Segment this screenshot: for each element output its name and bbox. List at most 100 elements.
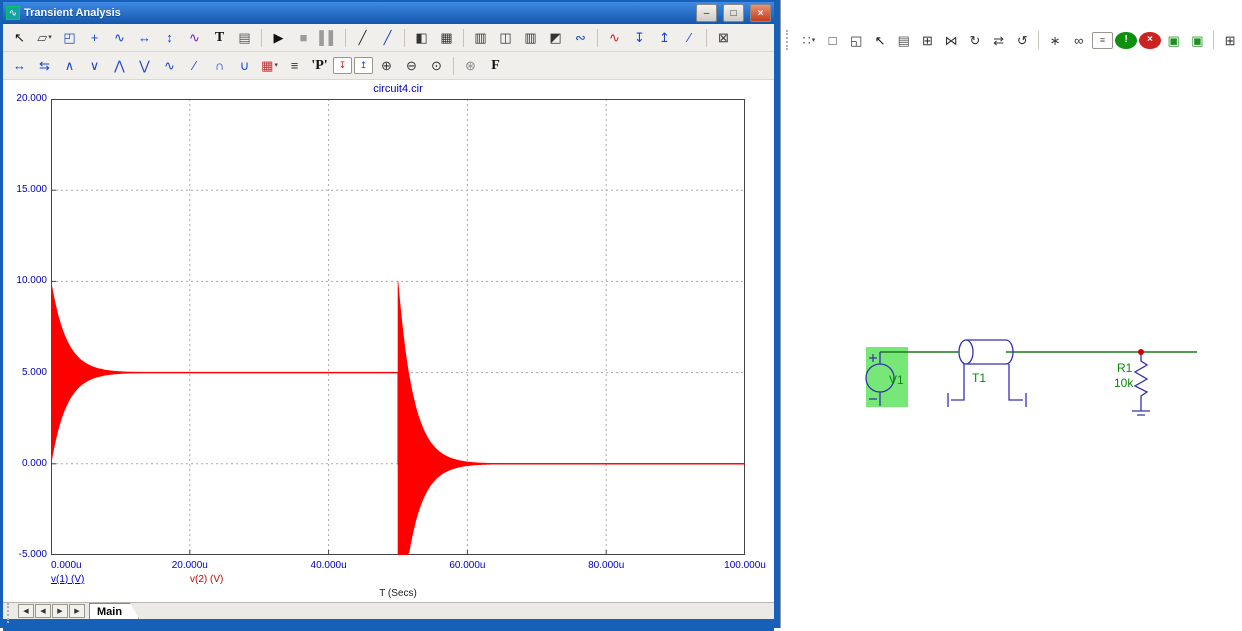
plot-scroll-right-button[interactable]: ▶	[52, 604, 68, 618]
flip-icon[interactable]: ⇄	[988, 29, 1010, 52]
toolbar-separator	[404, 28, 405, 47]
tab-main[interactable]: Main	[89, 603, 139, 619]
next-peak-icon[interactable]: ∧	[58, 54, 81, 77]
run-button[interactable]: ▶	[267, 26, 290, 49]
svg-text:T1: T1	[972, 371, 986, 385]
plot-title: circuit4.cir	[373, 83, 423, 95]
y-axis-label: 15.000	[16, 184, 47, 196]
palette-icon[interactable]: ▦ ▾	[258, 54, 281, 77]
svg-text:R1: R1	[1117, 361, 1133, 375]
probe-icon[interactable]: ∗	[1044, 29, 1066, 52]
pause-button[interactable]: ▌▌	[317, 26, 340, 49]
x-axis-label: 0.000u	[51, 560, 82, 571]
grid-panel-icon[interactable]: ▦	[435, 26, 458, 49]
toolbar-separator	[345, 28, 346, 47]
y-axis-label: 0.000	[21, 457, 47, 469]
p-key-icon[interactable]: 'P'	[308, 54, 331, 77]
stripe-panel-icon[interactable]: ▥	[469, 26, 492, 49]
cursor-mode-icon[interactable]: +	[83, 26, 106, 49]
tag-waveform-icon[interactable]: ∿	[603, 26, 626, 49]
waveform-cut-icon[interactable]: ∾	[569, 26, 592, 49]
close-button[interactable]: ×	[750, 4, 771, 22]
select-pointer-icon[interactable]: ↖	[8, 26, 31, 49]
mirror-icon[interactable]: ⋈	[940, 29, 962, 52]
analysis-toolbar-row2: ↔ ⇆ ∧ ∨ ⋀ ⋁ ∿ ∕ ∩ ∪ ▦ ▾ ≡ 'P' ↧ ↥ ⊕ ⊖ ⊙ ⊛ F	[3, 52, 774, 80]
global-high-icon[interactable]: ⋀	[108, 54, 131, 77]
next-valley-icon[interactable]: ∨	[83, 54, 106, 77]
numeric-output-icon[interactable]: ≡	[283, 54, 306, 77]
plot-scroll-left-button[interactable]: ◀	[35, 604, 51, 618]
x-axis-label: 80.000u	[588, 560, 625, 571]
properties-icon[interactable]: ▤	[893, 29, 915, 52]
maximize-button[interactable]: □	[723, 4, 744, 22]
clear-errors-icon[interactable]: ×	[1139, 31, 1161, 49]
transient-analysis-window: ∿ Transient Analysis – □ × ↖ ▱ ▾ ◰ + ∿ ↔ ↕ ∿ T ▤ ▶ ■…	[0, 0, 780, 631]
plot-canvas[interactable]	[51, 99, 745, 555]
tag-point-icon[interactable]: ↧	[333, 57, 352, 74]
copy-to-back-icon[interactable]: ▣	[1187, 29, 1209, 52]
zoom-window-icon[interactable]: ⊙	[425, 54, 448, 77]
legend-v1[interactable]: v(1) (V)	[51, 574, 84, 585]
copy-to-front-icon[interactable]: ▣	[1163, 29, 1185, 52]
horizontal-tag-icon[interactable]: ↔	[133, 26, 156, 49]
toolbar-grip	[7, 603, 13, 623]
new-window-icon[interactable]: ⊞	[1219, 29, 1241, 52]
toolbar-separator	[706, 28, 707, 47]
fourier-icon[interactable]: F	[484, 54, 507, 77]
toolbar-separator	[463, 28, 464, 47]
inflection-icon[interactable]: ∿	[158, 54, 181, 77]
zoom-in-icon[interactable]: ⊕	[375, 54, 398, 77]
cursor-left-icon[interactable]: ↔	[8, 54, 31, 77]
y-axis-label: -5.000	[18, 549, 47, 560]
measure-line-icon[interactable]: ╱	[376, 26, 399, 49]
stop-button[interactable]: ■	[292, 26, 315, 49]
vertical-tag-icon[interactable]: ↕	[158, 26, 181, 49]
graphics-menu-icon[interactable]: ▱ ▾	[33, 26, 56, 49]
scale-mode-icon[interactable]: ◰	[58, 26, 81, 49]
legend-v2[interactable]: v(2) (V)	[190, 574, 223, 585]
zoom-out-icon[interactable]: ⊖	[400, 54, 423, 77]
line-tool-icon[interactable]: ╱	[351, 26, 374, 49]
slope-cursor-icon[interactable]: ∕	[183, 54, 206, 77]
plot-region: circuit4.cir v(1) (V) v(2) (V) T (Secs) …	[3, 80, 774, 602]
app-icon: ∿	[6, 6, 20, 20]
rotate-cw-icon[interactable]: ↻	[964, 29, 986, 52]
find-binoculars-icon[interactable]: ∞	[1068, 29, 1090, 52]
tag-horizontal-icon[interactable]: ↥	[354, 57, 373, 74]
bottom-panel-icon[interactable]: ◩	[544, 26, 567, 49]
region-tool-icon[interactable]: ◱	[845, 29, 867, 52]
properties-icon[interactable]: ▤	[233, 26, 256, 49]
slope-icon[interactable]: ∕	[678, 26, 701, 49]
plot-scroll-start-button[interactable]: ◀	[18, 604, 34, 618]
svg-text:10k: 10k	[1114, 376, 1134, 390]
split-panel-icon[interactable]: ◧	[410, 26, 433, 49]
titlebar[interactable]: ∿ Transient Analysis – □ ×	[3, 2, 774, 24]
raise-cursor-icon[interactable]: ↥	[653, 26, 676, 49]
top-cursor-icon[interactable]: ∩	[208, 54, 231, 77]
bottom-cursor-icon[interactable]: ∪	[233, 54, 256, 77]
component-icon[interactable]: ⊞	[917, 29, 939, 52]
drop-cursor-icon[interactable]: ↧	[628, 26, 651, 49]
xy-axes-icon[interactable]: ⊠	[712, 26, 735, 49]
web-icon[interactable]: ⊛	[459, 54, 482, 77]
plot-tab-bar: ◀ ◀ ▶ ▶ Main	[3, 602, 774, 623]
point-tag-icon[interactable]: ∿	[108, 26, 131, 49]
comment-icon[interactable]: ≡	[1091, 31, 1114, 49]
rotate-ccw-icon[interactable]: ↺	[1011, 29, 1033, 52]
global-low-icon[interactable]: ⋁	[133, 54, 156, 77]
schematic-canvas[interactable]: V1 T1 R1 10k	[781, 0, 1242, 628]
performance-tag-icon[interactable]: ∿	[183, 26, 206, 49]
select-tool-icon[interactable]: ↖	[869, 29, 891, 52]
text-tool-icon[interactable]: T	[208, 26, 231, 49]
left-panel-icon[interactable]: ◫	[494, 26, 517, 49]
rectangle-tool-icon[interactable]: □	[822, 29, 844, 52]
grid-options-icon[interactable]: ∷ ▾	[798, 29, 820, 52]
schematic-panel: ∷ ▾ □ ◱ ↖ ▤ ⊞ ⋈ ↻ ⇄ ↺ ∗ ∞ ≡! × ▣ ▣ ⊞ V1 T1 R1 10k	[780, 0, 1242, 628]
x-axis-label: 60.000u	[449, 560, 486, 571]
minimize-button[interactable]: –	[696, 4, 717, 22]
dropdown-caret-icon: ▾	[274, 62, 278, 69]
cursor-right-icon[interactable]: ⇆	[33, 54, 56, 77]
plot-scroll-end-button[interactable]: ▶	[69, 604, 85, 618]
info-icon[interactable]: !	[1115, 31, 1138, 49]
column-panel-icon[interactable]: ▥	[519, 26, 542, 49]
